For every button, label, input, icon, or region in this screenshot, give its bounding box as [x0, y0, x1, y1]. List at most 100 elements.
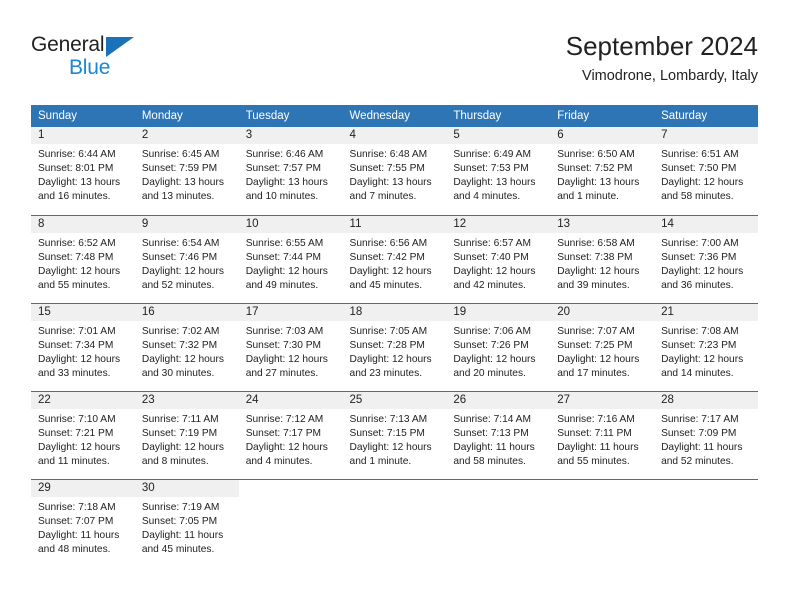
daylight-text-line2: and 39 minutes. — [557, 280, 630, 292]
sunset-text: Sunset: 7:23 PM — [661, 340, 737, 352]
calendar-cell[interactable]: 3 Sunrise: 6:46 AM Sunset: 7:57 PM Daylight… — [238, 127, 343, 215]
day-number — [654, 479, 758, 497]
sunrise-text: Sunrise: 6:48 AM — [349, 149, 428, 160]
day-details: Sunrise: 7:05 AM Sunset: 7:28 PM Daylight:… — [343, 321, 447, 381]
daylight-text-line1: Daylight: 12 hours — [141, 354, 224, 366]
sunrise-text: Sunrise: 7:19 AM — [141, 502, 220, 513]
daylight-text-line1: Daylight: 12 hours — [661, 354, 744, 366]
day-number: 6 — [550, 127, 655, 144]
calendar-cell[interactable]: 17 Sunrise: 7:03 AM Sunset: 7:30 PM Dayligh… — [238, 303, 343, 391]
calendar-cell[interactable]: 9 Sunrise: 6:54 AM Sunset: 7:46 PM Daylight… — [134, 215, 239, 303]
calendar-cell[interactable]: 11 Sunrise: 6:56 AM Sunset: 7:42 PM Dayligh… — [342, 215, 447, 303]
sunrise-text: Sunrise: 7:05 AM — [349, 326, 428, 337]
sunrise-text: Sunrise: 7:02 AM — [141, 326, 220, 337]
day-details: Sunrise: 7:10 AM Sunset: 7:21 PM Daylight:… — [31, 409, 135, 469]
daylight-text-line1: Daylight: 12 hours — [38, 266, 121, 278]
sunset-text: Sunset: 7:38 PM — [557, 252, 633, 264]
day-details: Sunrise: 7:18 AM Sunset: 7:07 PM Daylight:… — [31, 497, 135, 557]
daylight-text-line2: and 58 minutes. — [661, 191, 734, 203]
sunrise-text: Sunrise: 6:58 AM — [557, 238, 635, 249]
daylight-text-line2: and 4 minutes. — [245, 456, 313, 468]
calendar-cell[interactable]: 26 Sunrise: 7:14 AM Sunset: 7:13 PM Dayligh… — [446, 391, 551, 479]
sunset-text: Sunset: 7:11 PM — [557, 428, 632, 440]
day-details: Sunrise: 6:55 AM Sunset: 7:44 PM Daylight:… — [239, 233, 343, 293]
sunset-text: Sunset: 7:44 PM — [245, 252, 322, 264]
daylight-text-line1: Daylight: 11 hours — [141, 530, 224, 542]
sunset-text: Sunset: 7:46 PM — [141, 252, 218, 264]
calendar-cell[interactable]: 19 Sunrise: 7:06 AM Sunset: 7:26 PM Dayligh… — [446, 303, 551, 391]
day-number: 17 — [238, 303, 343, 321]
sunset-text: Sunset: 7:34 PM — [38, 340, 114, 352]
day-details: Sunrise: 7:12 AM Sunset: 7:17 PM Daylight:… — [239, 409, 343, 469]
day-number — [550, 479, 655, 497]
day-number: 1 — [31, 127, 135, 144]
calendar-cell[interactable]: 24 Sunrise: 7:12 AM Sunset: 7:17 PM Dayligh… — [238, 391, 343, 479]
daylight-text-line2: and 8 minutes. — [141, 456, 209, 468]
sunset-text: Sunset: 7:59 PM — [141, 163, 218, 175]
daylight-text-line2: and 52 minutes. — [661, 456, 734, 468]
day-details: Sunrise: 6:46 AM Sunset: 7:57 PM Daylight:… — [239, 144, 343, 204]
daylight-text-line2: and 23 minutes. — [349, 368, 423, 380]
sunset-text: Sunset: 7:15 PM — [349, 428, 425, 440]
calendar-cell[interactable]: 16 Sunrise: 7:02 AM Sunset: 7:32 PM Dayligh… — [134, 303, 239, 391]
calendar-cell[interactable]: 13 Sunrise: 6:58 AM Sunset: 7:38 PM Dayligh… — [550, 215, 655, 303]
logo-triangle-icon — [106, 37, 134, 57]
sunset-text: Sunset: 7:50 PM — [661, 163, 737, 175]
sunset-text: Sunset: 7:09 PM — [661, 428, 737, 440]
daylight-text-line1: Daylight: 12 hours — [453, 354, 536, 366]
calendar-cell[interactable]: 28 Sunrise: 7:17 AM Sunset: 7:09 PM Dayligh… — [654, 391, 758, 479]
daylight-text-line1: Daylight: 12 hours — [349, 354, 432, 366]
daylight-text-line2: and 27 minutes. — [245, 368, 319, 380]
weekday-header-saturday: Saturday — [654, 105, 758, 127]
calendar-cell[interactable]: 23 Sunrise: 7:11 AM Sunset: 7:19 PM Dayligh… — [134, 391, 239, 479]
daylight-text-line1: Daylight: 12 hours — [349, 442, 432, 454]
daylight-text-line2: and 33 minutes. — [38, 368, 111, 380]
calendar-cell[interactable]: 7 Sunrise: 6:51 AM Sunset: 7:50 PM Daylight… — [654, 127, 758, 215]
calendar-cell[interactable]: 8 Sunrise: 6:52 AM Sunset: 7:48 PM Daylight… — [31, 215, 135, 303]
daylight-text-line2: and 45 minutes. — [141, 544, 215, 556]
sunset-text: Sunset: 7:40 PM — [453, 252, 529, 264]
day-number: 24 — [238, 391, 343, 409]
calendar-cell[interactable]: 12 Sunrise: 6:57 AM Sunset: 7:40 PM Dayligh… — [446, 215, 551, 303]
daylight-text-line1: Daylight: 13 hours — [557, 177, 640, 189]
sunset-text: Sunset: 7:05 PM — [141, 516, 218, 528]
day-number: 11 — [342, 215, 447, 233]
calendar-cell[interactable]: 10 Sunrise: 6:55 AM Sunset: 7:44 PM Dayligh… — [238, 215, 343, 303]
sunset-text: Sunset: 7:21 PM — [38, 428, 114, 440]
day-details: Sunrise: 7:06 AM Sunset: 7:26 PM Daylight:… — [446, 321, 550, 381]
calendar-cell[interactable]: 30 Sunrise: 7:19 AM Sunset: 7:05 PM Dayligh… — [134, 479, 239, 567]
day-details: Sunrise: 6:51 AM Sunset: 7:50 PM Daylight:… — [654, 144, 758, 204]
calendar-cell[interactable]: 6 Sunrise: 6:50 AM Sunset: 7:52 PM Daylight… — [550, 127, 655, 215]
daylight-text-line1: Daylight: 13 hours — [453, 177, 536, 189]
weekday-header-wednesday: Wednesday — [342, 105, 447, 127]
sunrise-text: Sunrise: 7:08 AM — [661, 326, 739, 337]
calendar-cell[interactable]: 2 Sunrise: 6:45 AM Sunset: 7:59 PM Daylight… — [134, 127, 239, 215]
sunrise-text: Sunrise: 6:51 AM — [661, 149, 739, 160]
calendar-cell[interactable]: 1 Sunrise: 6:44 AM Sunset: 8:01 PM Daylight… — [31, 127, 135, 215]
calendar-cell[interactable]: 25 Sunrise: 7:13 AM Sunset: 7:15 PM Dayligh… — [342, 391, 447, 479]
logo-text-general: General — [31, 33, 105, 56]
daylight-text-line1: Daylight: 12 hours — [141, 442, 224, 454]
calendar-cell[interactable]: 14 Sunrise: 7:00 AM Sunset: 7:36 PM Dayligh… — [654, 215, 758, 303]
daylight-text-line1: Daylight: 12 hours — [661, 266, 744, 278]
calendar-cell[interactable]: 5 Sunrise: 6:49 AM Sunset: 7:53 PM Daylight… — [446, 127, 551, 215]
calendar-cell[interactable]: 21 Sunrise: 7:08 AM Sunset: 7:23 PM Dayligh… — [654, 303, 758, 391]
sunset-text: Sunset: 7:25 PM — [557, 340, 633, 352]
general-blue-logo[interactable]: General Blue — [31, 33, 191, 89]
calendar-week-row: 22 Sunrise: 7:10 AM Sunset: 7:21 PM Dayligh… — [31, 391, 758, 479]
sunset-text: Sunset: 7:13 PM — [453, 428, 529, 440]
calendar-cell[interactable]: 20 Sunrise: 7:07 AM Sunset: 7:25 PM Dayligh… — [550, 303, 655, 391]
day-number: 29 — [31, 479, 135, 497]
calendar-cell[interactable]: 27 Sunrise: 7:16 AM Sunset: 7:11 PM Dayligh… — [550, 391, 655, 479]
calendar-cell[interactable]: 4 Sunrise: 6:48 AM Sunset: 7:55 PM Daylight… — [342, 127, 447, 215]
calendar-cell[interactable]: 29 Sunrise: 7:18 AM Sunset: 7:07 PM Dayligh… — [31, 479, 135, 567]
calendar-cell — [446, 479, 551, 567]
sunrise-text: Sunrise: 7:13 AM — [349, 414, 428, 425]
sunrise-text: Sunrise: 6:54 AM — [141, 238, 220, 249]
calendar-cell[interactable]: 15 Sunrise: 7:01 AM Sunset: 7:34 PM Dayligh… — [31, 303, 135, 391]
day-details: Sunrise: 6:49 AM Sunset: 7:53 PM Daylight:… — [446, 144, 550, 204]
calendar-cell — [550, 479, 655, 567]
daylight-text-line2: and 1 minute. — [557, 191, 619, 203]
calendar-cell[interactable]: 18 Sunrise: 7:05 AM Sunset: 7:28 PM Dayligh… — [342, 303, 447, 391]
calendar-cell[interactable]: 22 Sunrise: 7:10 AM Sunset: 7:21 PM Dayligh… — [31, 391, 135, 479]
